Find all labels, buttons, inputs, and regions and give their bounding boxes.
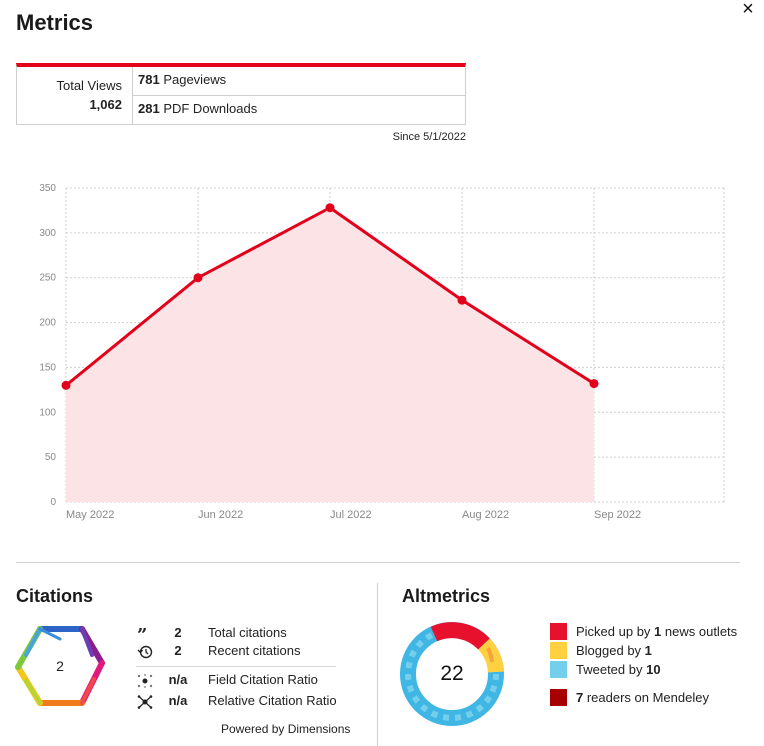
citations-table: ” 2 Total citations 2 Recent citations n…	[136, 625, 346, 711]
relative-ratio-icon	[137, 695, 153, 709]
y-tick-label: 200	[39, 318, 56, 329]
citation-label: Recent citations	[208, 643, 301, 658]
total-views-label: Total Views	[56, 78, 122, 93]
x-axis-ticks: May 2022 Jun 2022 Jul 2022 Aug 2022 Sep 2022	[66, 509, 641, 521]
pageviews-row: 781 Pageviews	[133, 67, 465, 96]
powered-by-dimensions-link[interactable]: Powered by Dimensions	[221, 722, 350, 736]
altmetrics-legend: Picked up by 1 news outlets Blogged by 1…	[550, 622, 750, 707]
mendeley-swatch	[550, 689, 567, 706]
citation-label: Field Citation Ratio	[208, 672, 318, 687]
y-tick-label: 0	[50, 497, 56, 508]
x-tick-label: Jun 2022	[198, 509, 243, 521]
area-fill	[66, 207, 594, 502]
altmetric-blog-item[interactable]: Blogged by 1	[550, 641, 750, 660]
dimensions-badge[interactable]: 2	[12, 625, 108, 709]
altmetric-score: 22	[440, 662, 464, 685]
field-ratio-icon	[137, 674, 153, 688]
views-chart: 0 50 100 150 200 250 300 350 May 2022 Jun 2022 Ju…	[39, 183, 725, 521]
pdf-downloads-row: 281 PDF Downloads	[133, 96, 465, 125]
twitter-count: 10	[646, 662, 661, 677]
blog-count: 1	[644, 643, 652, 658]
x-tick-label: Aug 2022	[462, 509, 509, 521]
y-axis-ticks: 0 50 100 150 200 250 300 350	[39, 183, 56, 508]
data-point[interactable]	[325, 203, 335, 213]
y-tick-label: 100	[39, 407, 56, 418]
altmetrics-title: Altmetrics	[402, 586, 491, 606]
altmetric-mendeley-item[interactable]: 7 readers on Mendeley	[550, 688, 750, 707]
blog-swatch	[550, 642, 567, 659]
citation-value: 2	[174, 625, 182, 640]
column-divider	[377, 583, 378, 746]
data-point[interactable]	[457, 295, 467, 305]
y-tick-label: 250	[39, 273, 56, 284]
data-point[interactable]	[589, 379, 599, 389]
x-tick-label: Sep 2022	[594, 509, 641, 521]
page-title: Metrics	[16, 10, 94, 35]
blog-prefix: Blogged by	[576, 643, 645, 658]
altmetrics-gap	[550, 679, 750, 688]
citation-row-rcr: n/a Relative Citation Ratio	[136, 693, 346, 711]
citation-row-recent: 2 Recent citations	[136, 643, 346, 661]
altmetric-news-item[interactable]: Picked up by 1 news outlets	[550, 622, 750, 641]
news-swatch	[550, 623, 567, 640]
altmetric-donut[interactable]: 22	[400, 622, 504, 726]
views-summary: Total Views 1,062 781 Pageviews 281 PDF …	[16, 63, 466, 125]
svg-text:”: ”	[137, 627, 147, 641]
twitter-prefix: Tweeted by	[576, 662, 647, 677]
citation-label: Total citations	[208, 625, 287, 640]
total-views-value: 1,062	[89, 97, 122, 112]
citation-row-total: ” 2 Total citations	[136, 625, 346, 643]
quote-icon: ”	[137, 627, 147, 641]
y-tick-label: 150	[39, 362, 56, 373]
since-date: Since 5/1/2022	[392, 131, 466, 143]
x-tick-label: May 2022	[66, 509, 114, 521]
pageviews-label: Pageviews	[159, 72, 227, 87]
citation-value: n/a	[168, 693, 188, 708]
citations-title: Citations	[16, 586, 94, 606]
news-prefix: Picked up by	[576, 624, 655, 639]
y-tick-label: 300	[39, 228, 56, 239]
data-point[interactable]	[61, 380, 71, 390]
twitter-swatch	[550, 661, 567, 678]
citation-row-fcr: n/a Field Citation Ratio	[136, 672, 346, 690]
dimensions-badge-value: 2	[56, 658, 64, 674]
data-point[interactable]	[193, 273, 203, 283]
pageviews-value: 781	[138, 72, 160, 87]
total-views-cell: Total Views 1,062	[17, 67, 133, 125]
x-tick-label: Jul 2022	[330, 509, 372, 521]
citation-value: n/a	[168, 672, 188, 687]
citation-value: 2	[174, 643, 182, 658]
altmetric-twitter-item[interactable]: Tweeted by 10	[550, 660, 750, 679]
history-icon	[137, 645, 153, 659]
y-tick-label: 50	[45, 452, 57, 463]
mendeley-suffix: readers on Mendeley	[583, 690, 709, 705]
news-suffix: news outlets	[661, 624, 738, 639]
y-tick-label: 350	[39, 183, 56, 194]
close-icon[interactable]: ×	[738, 0, 758, 20]
pdf-downloads-value: 281	[138, 101, 160, 116]
citation-label: Relative Citation Ratio	[208, 693, 337, 708]
citations-separator	[136, 666, 336, 667]
pdf-downloads-label: PDF Downloads	[159, 101, 258, 116]
section-divider	[16, 562, 740, 563]
